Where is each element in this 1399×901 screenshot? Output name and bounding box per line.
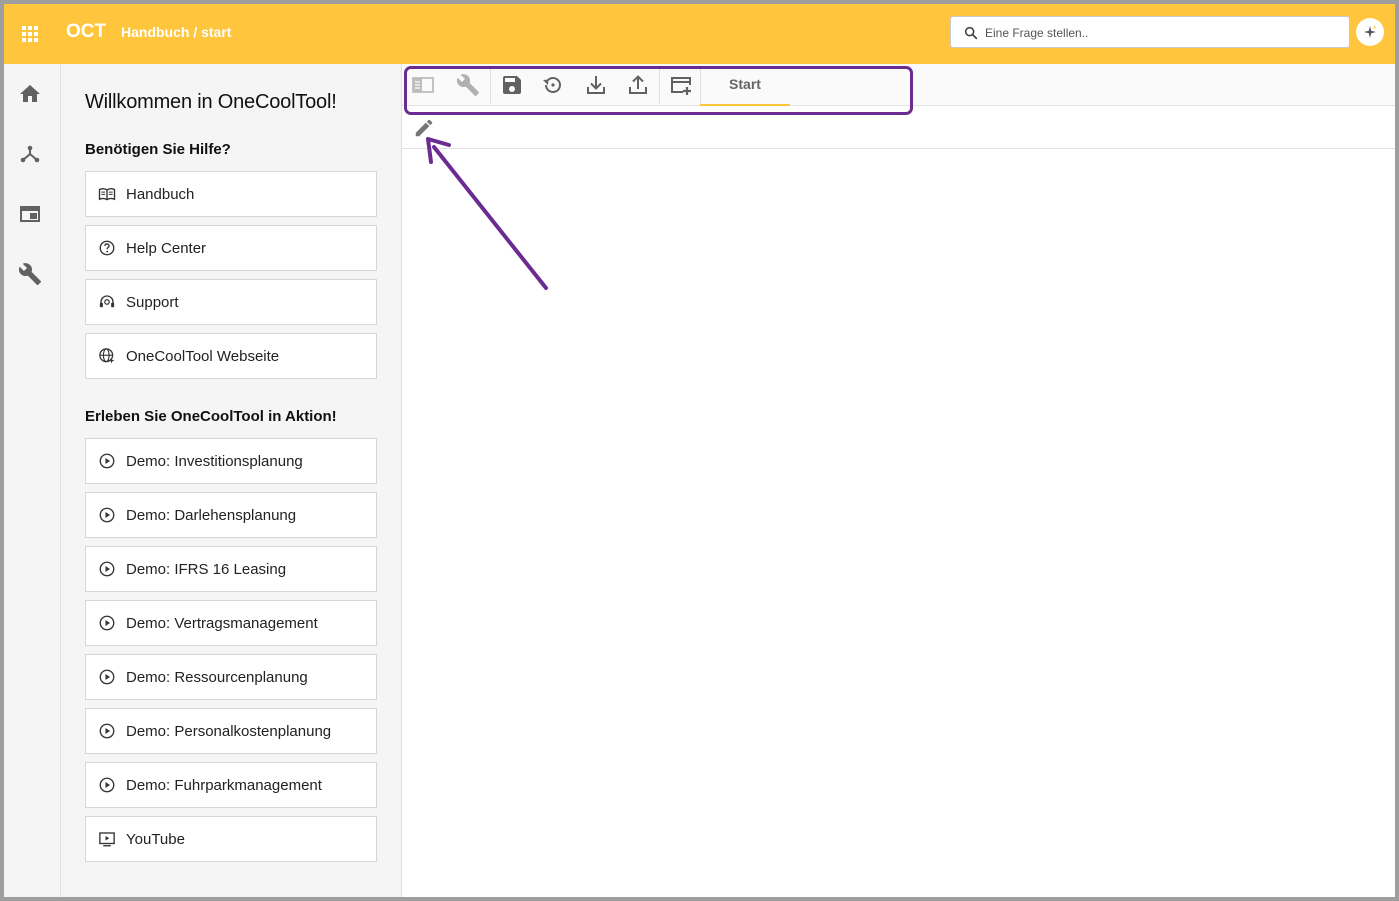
main-area: Start bbox=[402, 64, 1395, 897]
breadcrumb: Handbuch / start bbox=[121, 24, 232, 40]
link-label: Demo: Fuhrparkmanagement bbox=[126, 777, 322, 794]
page-title: Willkommen in OneCoolTool! bbox=[85, 91, 337, 113]
top-bar: OCT Handbuch / start bbox=[4, 4, 1395, 64]
link-demo-fuhrparkmanagement[interactable]: Demo: Fuhrparkmanagement bbox=[85, 762, 377, 808]
hierarchy-icon[interactable] bbox=[18, 142, 42, 166]
globe-icon bbox=[99, 348, 115, 364]
play-circle-icon bbox=[99, 669, 115, 685]
save-icon[interactable] bbox=[500, 73, 524, 97]
link-label: OneCoolTool Webseite bbox=[126, 348, 280, 365]
link-label: Demo: Investitionsplanung bbox=[126, 453, 303, 470]
link-label: Demo: Personalkostenplanung bbox=[126, 723, 332, 740]
annotation-arrow bbox=[426, 137, 548, 290]
play-circle-icon bbox=[99, 723, 115, 739]
play-circle-icon bbox=[99, 453, 115, 469]
link-support[interactable]: Support bbox=[85, 279, 377, 325]
upload-icon[interactable] bbox=[626, 73, 650, 97]
help-circle-icon bbox=[99, 240, 115, 256]
home-icon[interactable] bbox=[18, 82, 42, 106]
link-label: YouTube bbox=[126, 831, 185, 848]
history-icon[interactable] bbox=[541, 73, 565, 97]
app-window: OCT Handbuch / start Eine Frage stellen.… bbox=[0, 0, 1399, 901]
wrench-icon[interactable] bbox=[456, 73, 480, 97]
divider bbox=[490, 68, 491, 104]
link-demo-ifrs16[interactable]: Demo: IFRS 16 Leasing bbox=[85, 546, 377, 592]
link-label: Help Center bbox=[126, 240, 207, 257]
sparkle-icon bbox=[1364, 25, 1377, 38]
link-label: Demo: Ressourcenplanung bbox=[126, 669, 308, 686]
link-demo-personalkostenplanung[interactable]: Demo: Personalkostenplanung bbox=[85, 708, 377, 754]
add-window-icon[interactable] bbox=[669, 73, 693, 97]
section-heading-demo: Erleben Sie OneCoolTool in Aktion! bbox=[85, 408, 337, 425]
link-label: Demo: Vertragsmanagement bbox=[126, 615, 318, 632]
nav-rail bbox=[4, 64, 61, 897]
tab-active-indicator bbox=[700, 104, 790, 106]
ai-assistant-button[interactable] bbox=[1356, 18, 1384, 46]
play-circle-icon bbox=[99, 777, 115, 793]
help-panel: Willkommen in OneCoolTool! Benötigen Sie… bbox=[61, 64, 402, 897]
tab-label: Start bbox=[729, 76, 761, 92]
play-circle-icon bbox=[99, 615, 115, 631]
link-label: Support bbox=[126, 294, 179, 311]
link-demo-investitionsplanung[interactable]: Demo: Investitionsplanung bbox=[85, 438, 377, 484]
play-circle-icon bbox=[99, 507, 115, 523]
search-input[interactable] bbox=[985, 22, 1340, 44]
link-label: Demo: Darlehensplanung bbox=[126, 507, 297, 524]
link-demo-darlehensplanung[interactable]: Demo: Darlehensplanung bbox=[85, 492, 377, 538]
divider bbox=[659, 68, 660, 104]
edit-bar bbox=[402, 107, 1395, 149]
search-icon bbox=[964, 26, 978, 40]
link-label: Demo: IFRS 16 Leasing bbox=[126, 561, 287, 578]
wrench-icon[interactable] bbox=[18, 262, 42, 286]
sidebar-toggle-icon[interactable] bbox=[411, 73, 435, 97]
book-icon bbox=[98, 188, 116, 201]
download-icon[interactable] bbox=[584, 73, 608, 97]
brand-logo[interactable]: OCT bbox=[66, 21, 106, 43]
toolbar: Start bbox=[402, 64, 1395, 106]
link-handbuch[interactable]: Handbuch bbox=[85, 171, 377, 217]
link-help-center[interactable]: Help Center bbox=[85, 225, 377, 271]
link-demo-ressourcenplanung[interactable]: Demo: Ressourcenplanung bbox=[85, 654, 377, 700]
tab-start[interactable]: Start bbox=[700, 64, 790, 106]
apps-grid-icon[interactable] bbox=[18, 22, 42, 46]
play-circle-icon bbox=[99, 561, 115, 577]
search-box bbox=[950, 16, 1350, 48]
window-icon[interactable] bbox=[18, 202, 42, 226]
link-website[interactable]: OneCoolTool Webseite bbox=[85, 333, 377, 379]
youtube-icon bbox=[99, 832, 115, 847]
pencil-icon[interactable] bbox=[413, 117, 435, 139]
link-youtube[interactable]: YouTube bbox=[85, 816, 377, 862]
support-icon bbox=[99, 295, 115, 308]
link-demo-vertragsmanagement[interactable]: Demo: Vertragsmanagement bbox=[85, 600, 377, 646]
section-heading-help: Benötigen Sie Hilfe? bbox=[85, 141, 231, 158]
link-label: Handbuch bbox=[126, 186, 195, 203]
